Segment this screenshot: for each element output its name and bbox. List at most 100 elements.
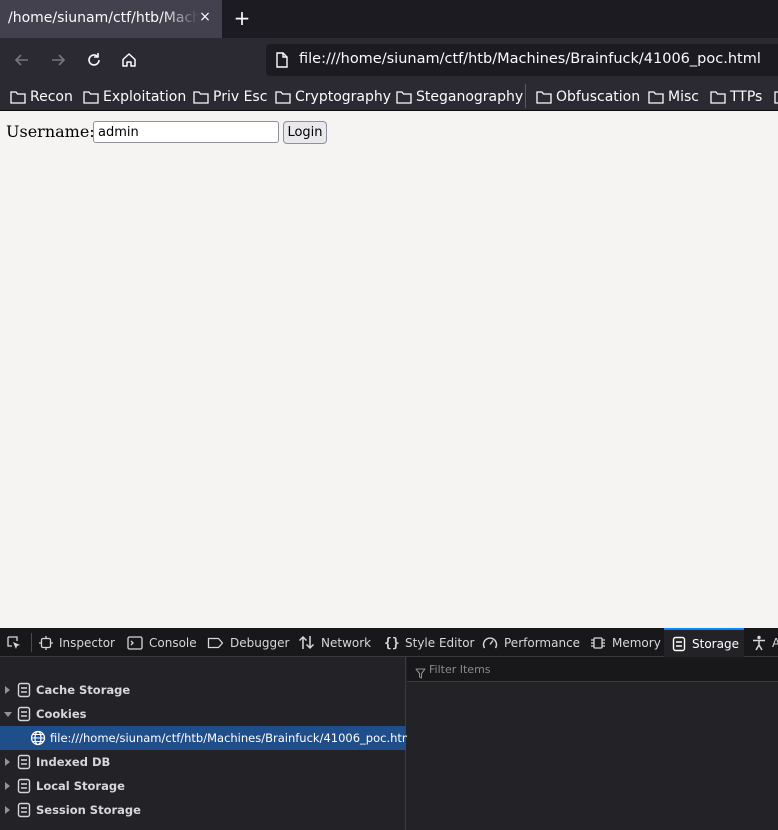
tab-label: Storage xyxy=(692,636,739,651)
collapse-arrow-icon[interactable] xyxy=(4,712,12,717)
tree-item-cookie-origin[interactable]: file:///home/siunam/ctf/htb/Machines/Bra… xyxy=(0,726,416,750)
tab-inspector[interactable]: Inspector xyxy=(39,628,115,657)
tab-label: Debugger xyxy=(230,635,290,650)
tab-label: Memory xyxy=(612,635,661,650)
storage-icon xyxy=(17,754,31,773)
svg-text:{}: {} xyxy=(384,636,399,650)
folder-icon xyxy=(396,91,412,104)
storage-icon xyxy=(17,706,31,725)
close-tab-icon[interactable]: × xyxy=(197,8,213,26)
tree-item-label: Local Storage xyxy=(36,779,125,793)
filter-items-input[interactable] xyxy=(429,660,769,678)
expand-arrow-icon[interactable] xyxy=(5,782,10,790)
tree-item-cookies[interactable]: Cookies xyxy=(0,702,406,726)
bookmark-folder-steganography[interactable]: Steganography xyxy=(396,87,523,107)
bookmark-label: Steganography xyxy=(416,89,524,105)
tab-console[interactable]: Console xyxy=(127,628,197,657)
expand-arrow-icon[interactable] xyxy=(5,806,10,814)
filter-icon xyxy=(415,664,426,683)
forward-icon[interactable] xyxy=(46,48,70,72)
bookmark-separator xyxy=(525,84,526,108)
storage-icon xyxy=(17,802,31,821)
folder-icon xyxy=(648,91,664,104)
devtools-toolbar: Inspector Console Debugger Network {} St… xyxy=(0,628,778,657)
braces-icon: {} xyxy=(384,636,399,650)
new-tab-icon[interactable]: + xyxy=(232,8,252,28)
folder-icon xyxy=(536,91,552,104)
storage-table-panel xyxy=(407,657,778,830)
tree-item-cache-storage[interactable]: Cache Storage xyxy=(0,678,406,702)
reload-icon[interactable] xyxy=(82,48,106,72)
tab-debugger[interactable]: Debugger xyxy=(207,628,289,657)
tree-item-label: Cache Storage xyxy=(36,683,131,697)
tree-item-label: Indexed DB xyxy=(36,755,111,769)
tab-performance[interactable]: Performance xyxy=(482,628,580,657)
home-icon[interactable] xyxy=(117,48,141,72)
tree-item-session-storage[interactable]: Session Storage xyxy=(0,798,406,822)
memory-chip-icon xyxy=(591,636,605,649)
tab-label: Style Editor xyxy=(405,635,475,650)
expand-arrow-icon[interactable] xyxy=(5,758,10,766)
element-picker-icon[interactable] xyxy=(6,635,22,655)
bookmark-label: Misc xyxy=(668,89,699,105)
browser-tab[interactable]: /home/siunam/ctf/htb/Machines/Brainfuck/… xyxy=(0,0,222,38)
tab-strip: /home/siunam/ctf/htb/Machines/Brainfuck/… xyxy=(0,0,778,38)
globe-icon xyxy=(30,730,46,749)
tree-item-label: Cookies xyxy=(36,707,87,721)
bookmark-label: Obfuscation xyxy=(556,89,641,105)
bookmark-folder-recon[interactable]: Recon xyxy=(10,87,73,107)
back-icon[interactable] xyxy=(10,48,34,72)
tab-label: Performance xyxy=(504,635,581,650)
tab-memory[interactable]: Memory xyxy=(590,628,661,657)
tree-item-label: file:///home/siunam/ctf/htb/Machines/Bra… xyxy=(50,731,417,745)
tree-item-local-storage[interactable]: Local Storage xyxy=(0,774,406,798)
bookmark-folder-ttps[interactable]: TTPs xyxy=(710,87,762,107)
debugger-icon xyxy=(207,637,224,648)
username-input[interactable] xyxy=(93,121,279,143)
tab-storage[interactable]: Storage xyxy=(664,628,744,657)
gauge-icon xyxy=(482,636,498,648)
folder-icon xyxy=(275,91,291,104)
accessibility-icon xyxy=(753,635,765,650)
storage-tree: Cache Storage Cookies file:///home/siuna… xyxy=(0,657,416,830)
tab-title: /home/siunam/ctf/htb/Machines/Brainfuck/… xyxy=(8,10,200,26)
bookmark-folder-priv-esc[interactable]: Priv Esc xyxy=(193,87,267,107)
bookmark-label: Exploitation xyxy=(103,89,187,105)
tab-style-editor[interactable]: {} Style Editor xyxy=(384,628,474,657)
tab-accessibility[interactable]: A xyxy=(752,628,778,657)
tab-label: Inspector xyxy=(59,635,115,650)
toolbar-separator xyxy=(31,633,32,652)
filter-bar xyxy=(407,657,778,682)
expand-arrow-icon[interactable] xyxy=(5,686,10,694)
username-label: Username: xyxy=(6,122,95,141)
folder-icon xyxy=(774,91,778,104)
tab-network[interactable]: Network xyxy=(298,628,371,657)
bookmark-folder-misc[interactable]: Misc xyxy=(648,87,699,107)
folder-icon xyxy=(10,91,26,104)
navigation-toolbar: file:///home/siunam/ctf/htb/Machines/Bra… xyxy=(0,38,778,82)
folder-icon xyxy=(83,91,99,104)
tree-item-label: Session Storage xyxy=(36,803,141,817)
tree-item-indexed-db[interactable]: Indexed DB xyxy=(0,750,406,774)
bookmark-folder-exploitation[interactable]: Exploitation xyxy=(83,87,186,107)
bookmark-label: Recon xyxy=(30,89,73,105)
storage-icon xyxy=(17,778,31,797)
bookmark-folder-cryptography[interactable]: Cryptography xyxy=(275,87,391,107)
login-button[interactable]: Login xyxy=(283,121,327,144)
url-text: file:///home/siunam/ctf/htb/Machines/Bra… xyxy=(299,51,761,67)
console-icon xyxy=(127,635,143,650)
bookmark-label: TTPs xyxy=(730,89,763,105)
tab-label: A xyxy=(772,635,778,650)
bookmark-label: Cryptography xyxy=(295,89,392,105)
bookmark-folder-obfuscation[interactable]: Obfuscation xyxy=(536,87,640,107)
devtools-panel: Inspector Console Debugger Network {} St… xyxy=(0,628,778,830)
page-content: Username: Login xyxy=(0,111,778,628)
bookmarks-toolbar: Recon Exploitation Priv Esc Cryptography… xyxy=(0,82,778,111)
address-bar[interactable]: file:///home/siunam/ctf/htb/Machines/Bra… xyxy=(266,44,778,76)
tab-label: Network xyxy=(321,635,372,650)
bookmark-label: Priv Esc xyxy=(213,89,268,105)
folder-icon xyxy=(193,91,209,104)
storage-icon xyxy=(17,682,31,701)
bookmark-folder-overflow[interactable] xyxy=(774,87,778,107)
page-icon xyxy=(275,52,289,72)
